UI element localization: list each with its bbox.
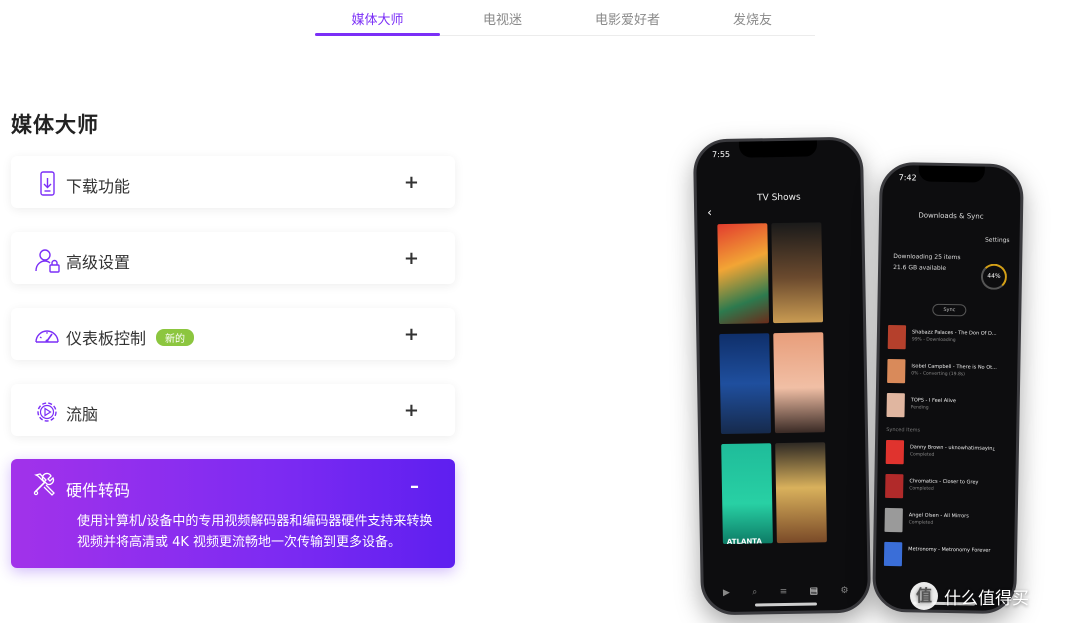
- tab-movie-lover[interactable]: 电影爱好者: [565, 0, 690, 35]
- phone-mockup-downloads: 7:42 Downloads & Sync Settings Downloadi…: [872, 161, 1024, 615]
- item-title: Shabazz Palaces - The Don Of D...: [911, 329, 997, 337]
- accordion-streaming-brain-label: 流脑: [66, 405, 99, 424]
- screen-title: TV Shows: [757, 192, 801, 204]
- app-tabbar: ▶ ⌕ ≡ ▤ ⚙: [712, 586, 860, 599]
- list-item[interactable]: Isobel Campbell - There is No Ot... 0% -…: [887, 355, 1012, 391]
- dashboard-gauge-icon: [35, 330, 59, 343]
- poster-card[interactable]: [719, 333, 771, 435]
- poster-card[interactable]: [775, 442, 827, 544]
- list-item[interactable]: Danny Brown - uknowhatimsayin¿ Completed: [885, 436, 1011, 472]
- list-item[interactable]: Shabazz Palaces - The Don Of D... 99% - …: [887, 321, 1013, 357]
- accordion-advanced-settings-label: 高级设置: [66, 253, 131, 272]
- section-title: 媒体大师: [11, 113, 99, 137]
- gear-icon[interactable]: ⚙: [840, 586, 848, 596]
- poster-card[interactable]: [721, 443, 773, 545]
- album-art: [885, 439, 905, 465]
- tab-media-master[interactable]: 媒体大师: [315, 0, 440, 36]
- watermark-text: 什么值得买: [944, 588, 1029, 609]
- accordion-dashboard-label-text: 仪表板控制: [66, 329, 147, 348]
- item-status: Pending: [910, 405, 929, 411]
- expand-icon[interactable]: +: [404, 400, 419, 421]
- item-title: TOPS - I Feel Alive: [910, 397, 957, 405]
- tools-icon: [33, 472, 55, 496]
- accordion-hardware-transcoding[interactable]: 硬件转码 – 使用计算机/设备中的专用视频解码器和编码器硬件支持来转换视频并将高…: [11, 459, 455, 568]
- phone-notch: [738, 140, 818, 158]
- collapse-icon[interactable]: –: [410, 476, 419, 497]
- album-art: [885, 473, 904, 499]
- selected-title: ATLANTA: [726, 537, 762, 546]
- accordion-advanced-settings[interactable]: 高级设置 +: [11, 232, 455, 284]
- expand-icon[interactable]: +: [404, 248, 419, 269]
- download-list: Shabazz Palaces - The Don Of D... 99% - …: [883, 321, 1013, 574]
- accordion-dashboard-control-label: 仪表板控制 新的: [66, 325, 195, 349]
- album-art: [883, 541, 903, 567]
- library-icon[interactable]: ▤: [810, 586, 819, 596]
- accordion-dashboard-control[interactable]: 仪表板控制 新的 +: [11, 308, 455, 360]
- item-title: Metronomy - Metronomy Forever: [908, 546, 991, 554]
- accordion-hardware-transcoding-description: 使用计算机/设备中的专用视频解码器和编码器硬件支持来转换视频并将高清或 4K 视…: [77, 514, 433, 550]
- poster-card[interactable]: [771, 222, 824, 324]
- accordion-streaming-brain[interactable]: 流脑 +: [11, 384, 455, 436]
- home-indicator: [754, 602, 818, 607]
- phone-mockup-tv-shows: 7:55 ‹ TV Shows ATLANTA ▶ ⌕ ≡ ▤ ⚙: [692, 136, 872, 616]
- item-status: Completed: [909, 452, 935, 458]
- accordion-hardware-transcoding-label: 硬件转码: [66, 481, 131, 500]
- settings-link[interactable]: Settings: [985, 237, 1010, 244]
- expand-icon[interactable]: +: [404, 172, 419, 193]
- item-title: Isobel Campbell - There is No Ot...: [911, 363, 997, 371]
- accordion-download-label: 下载功能: [66, 177, 131, 196]
- status-time: 7:42: [898, 173, 917, 183]
- phone-download-icon: [40, 171, 55, 196]
- expand-icon[interactable]: +: [404, 324, 419, 345]
- user-lock-icon: [35, 249, 60, 273]
- play-icon[interactable]: ▶: [723, 588, 730, 598]
- poster-card[interactable]: [717, 223, 770, 325]
- poster-card[interactable]: [773, 332, 825, 434]
- item-status: Completed: [909, 486, 934, 492]
- item-status: Completed: [908, 520, 934, 526]
- tab-enthusiast[interactable]: 发烧友: [690, 0, 815, 35]
- sync-button[interactable]: Sync: [932, 303, 967, 317]
- tab-tv-fan[interactable]: 电视迷: [440, 0, 565, 35]
- item-title: Angel Olsen - All Mirrors: [908, 512, 969, 520]
- new-badge: 新的: [156, 329, 195, 346]
- item-title: Danny Brown - uknowhatimsayin¿: [909, 444, 996, 452]
- album-art: [887, 324, 907, 350]
- download-summary: Downloading 25 items 21.6 GB available: [893, 251, 961, 274]
- item-status: 99% - Downloading: [911, 337, 956, 344]
- list-item[interactable]: Angel Olsen - All Mirrors Completed: [884, 504, 1009, 540]
- album-art: [884, 507, 903, 533]
- item-status: 0% - Converting (19.8s): [911, 371, 965, 378]
- list-icon[interactable]: ≡: [780, 587, 788, 597]
- album-art: [887, 358, 906, 384]
- progress-ring: 44%: [980, 263, 1008, 291]
- gear-play-icon: [37, 402, 57, 422]
- list-item[interactable]: Chromatics - Closer to Grey Completed: [885, 470, 1010, 506]
- tab-bar: 媒体大师 电视迷 电影爱好者 发烧友: [315, 0, 815, 36]
- list-item[interactable]: Metronomy - Metronomy Forever: [883, 538, 1009, 574]
- album-art: [886, 392, 905, 418]
- accordion-download[interactable]: 下载功能 +: [11, 156, 455, 208]
- item-title: Chromatics - Closer to Grey: [909, 478, 979, 486]
- status-time: 7:55: [712, 149, 731, 160]
- list-item[interactable]: TOPS - I Feel Alive Pending: [886, 389, 1011, 425]
- phone-notch: [918, 165, 985, 183]
- poster-grid: [717, 222, 829, 549]
- watermark-logo-icon: 值: [910, 582, 938, 610]
- back-arrow-icon[interactable]: ‹: [707, 205, 712, 219]
- available-space: 21.6 GB available: [893, 264, 947, 272]
- search-icon[interactable]: ⌕: [752, 587, 757, 597]
- watermark: 值 什么值得买: [910, 581, 1029, 611]
- screen-title: Downloads & Sync: [918, 211, 984, 221]
